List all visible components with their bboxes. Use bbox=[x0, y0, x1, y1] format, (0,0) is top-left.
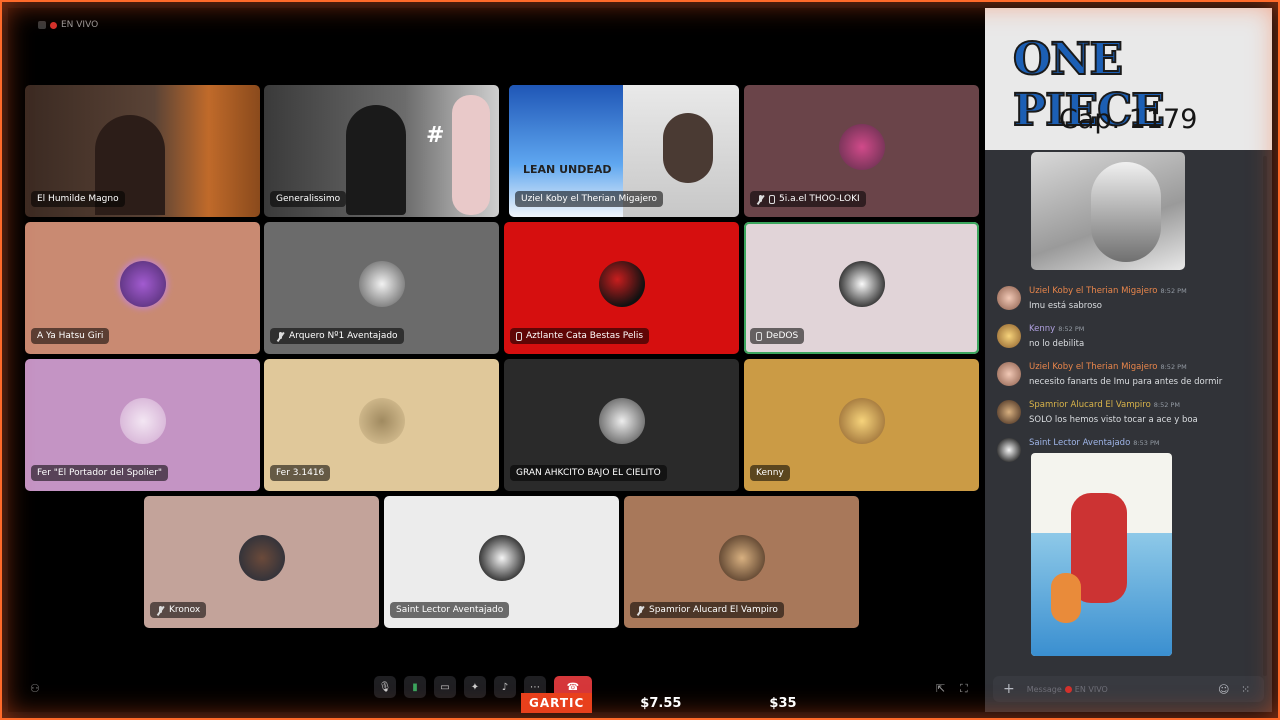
chat-message: Kenny 8:52 PM no lo debilita bbox=[997, 324, 1084, 349]
participant-tile[interactable]: El Humilde Magno bbox=[25, 85, 260, 217]
chat-message: Uziel Koby el Therian Migajero 8:52 PM Im… bbox=[997, 286, 1187, 311]
participant-name: A Ya Hatsu Giri bbox=[31, 328, 110, 344]
chat-image-attachment[interactable] bbox=[1031, 152, 1185, 270]
ticker-price: $7.55 bbox=[640, 695, 682, 711]
mic-off-icon bbox=[156, 605, 165, 615]
participant-name: GRAN AHKCITO BAJO EL CIELITO bbox=[510, 465, 667, 481]
chat-image-attachment[interactable] bbox=[1031, 453, 1172, 656]
participant-avatar bbox=[358, 261, 405, 307]
overlay-banner: ONE PIECE Cap. 1179 bbox=[985, 8, 1272, 150]
participant-tile[interactable]: # Generalissimo bbox=[264, 85, 499, 217]
participant-tile[interactable]: Fer "El Portador del Spolier" bbox=[25, 359, 260, 491]
participant-avatar bbox=[598, 261, 645, 307]
popout-icon[interactable]: ⇱ bbox=[936, 682, 945, 695]
soundboard-icon[interactable]: ♪ bbox=[494, 676, 516, 698]
participant-name: Fer 3.1416 bbox=[270, 465, 331, 481]
price-ticker: GARTIC $7.55 $35 bbox=[521, 692, 797, 714]
emoji-icon[interactable]: ☺ bbox=[1218, 683, 1229, 696]
participant-name: Aztlante Cata Bestas Pelis bbox=[510, 328, 650, 344]
participant-avatar bbox=[838, 398, 885, 444]
microphone-icon[interactable]: 🎙︎ bbox=[374, 676, 396, 698]
participant-name: Kronox bbox=[150, 602, 207, 618]
participant-name: Fer "El Portador del Spolier" bbox=[31, 465, 169, 481]
participant-tile[interactable]: Arquero Nº1 Aventajado bbox=[264, 222, 499, 354]
participant-tile[interactable]: 5i.a.el THOO-LOKI bbox=[744, 85, 979, 217]
phone-icon bbox=[769, 194, 775, 204]
avatar bbox=[997, 438, 1021, 462]
participant-name: Kenny bbox=[750, 465, 790, 481]
participant-avatar bbox=[119, 261, 166, 307]
ticker-tag: GARTIC bbox=[521, 693, 593, 713]
participant-name: 5i.a.el THOO-LOKI bbox=[750, 191, 866, 207]
overlay-character bbox=[452, 95, 490, 215]
chat-message: Uziel Koby el Therian Migajero 8:52 PM ne… bbox=[997, 362, 1222, 387]
participant-avatar bbox=[598, 398, 645, 444]
participant-name: Uziel Koby el Therian Migajero bbox=[515, 191, 664, 207]
participant-name: DeDOS bbox=[750, 328, 805, 344]
artwork-character bbox=[1051, 573, 1081, 623]
speaker-icon bbox=[38, 21, 46, 29]
fullscreen-icon[interactable]: ⛶ bbox=[960, 682, 968, 696]
share-screen-icon[interactable]: ▭ bbox=[434, 676, 456, 698]
live-dot-icon bbox=[50, 21, 57, 29]
add-people-icon[interactable]: ⚇ bbox=[30, 682, 40, 695]
participant-name: Generalissimo bbox=[270, 191, 347, 207]
participant-tile[interactable]: Fer 3.1416 bbox=[264, 359, 499, 491]
participant-name: Arquero Nº1 Aventajado bbox=[270, 328, 404, 344]
participant-avatar bbox=[478, 535, 525, 581]
ticker-price: $35 bbox=[769, 695, 797, 711]
participant-tile[interactable]: Kenny bbox=[744, 359, 979, 491]
phone-icon bbox=[516, 331, 522, 341]
chat-scrollbar[interactable] bbox=[1263, 156, 1267, 676]
participant-name: El Humilde Magno bbox=[31, 191, 125, 207]
participant-tile[interactable]: GRAN AHKCITO BAJO EL CIELITO bbox=[504, 359, 739, 491]
chat-panel: ONE PIECE Cap. 1179 Uziel Koby el Theria… bbox=[985, 8, 1272, 712]
chapter-label: Cap. 1179 bbox=[1059, 104, 1198, 135]
chat-message: Spamrior Alucard El Vampiro 8:52 PM SOLO … bbox=[997, 400, 1198, 425]
participant-avatar bbox=[238, 535, 285, 581]
participant-name: Spamrior Alucard El Vampiro bbox=[630, 602, 784, 618]
mic-off-icon bbox=[636, 605, 645, 615]
participant-avatar bbox=[838, 124, 885, 170]
mic-off-icon bbox=[756, 194, 765, 204]
phone-icon bbox=[756, 331, 762, 341]
overlay-hash: # bbox=[426, 123, 445, 148]
live-dot-icon bbox=[1064, 685, 1072, 693]
avatar bbox=[997, 324, 1021, 348]
participant-avatar bbox=[718, 535, 765, 581]
participant-tile[interactable]: Spamrior Alucard El Vampiro bbox=[624, 496, 859, 628]
participant-tile[interactable]: DeDOS bbox=[744, 222, 979, 354]
fanart-figure bbox=[1091, 162, 1161, 262]
avatar bbox=[997, 400, 1021, 424]
camera-icon[interactable]: ▮ bbox=[404, 676, 426, 698]
participant-avatar bbox=[838, 261, 885, 307]
webcam-person bbox=[663, 113, 713, 183]
avatar bbox=[997, 362, 1021, 386]
participant-tile[interactable]: LEAN UNDEAD Uziel Koby el Therian Migaje… bbox=[509, 85, 739, 217]
avatar bbox=[997, 286, 1021, 310]
apps-icon[interactable]: ⁙ bbox=[1241, 683, 1250, 696]
live-indicator: EN VIVO bbox=[38, 20, 98, 30]
add-attachment-icon[interactable]: + bbox=[1003, 681, 1015, 697]
participant-name: Saint Lector Aventajado bbox=[390, 602, 510, 618]
activities-icon[interactable]: ✦ bbox=[464, 676, 486, 698]
webcam-person bbox=[346, 105, 406, 215]
participant-tile[interactable]: Saint Lector Aventajado bbox=[384, 496, 619, 628]
mic-off-icon bbox=[276, 331, 285, 341]
participant-tile[interactable]: Kronox bbox=[144, 496, 379, 628]
participant-avatar bbox=[119, 398, 166, 444]
participant-tile[interactable]: A Ya Hatsu Giri bbox=[25, 222, 260, 354]
participant-avatar bbox=[358, 398, 405, 444]
participant-tile[interactable]: Aztlante Cata Bestas Pelis bbox=[504, 222, 739, 354]
